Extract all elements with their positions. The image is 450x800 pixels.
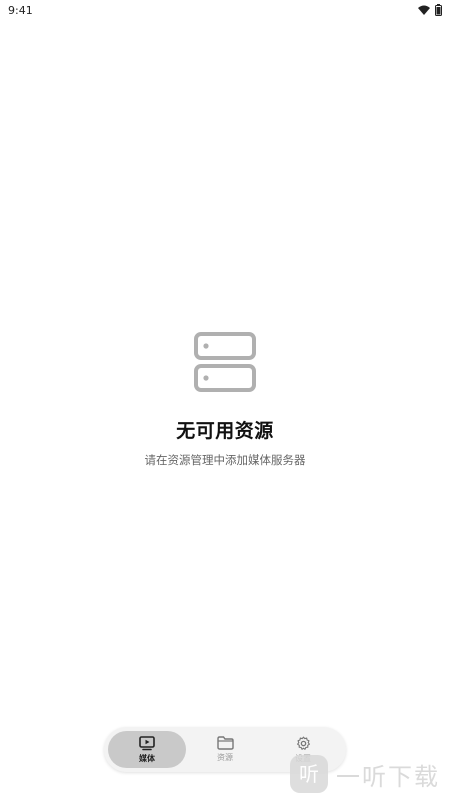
tab-media[interactable]: 媒体 xyxy=(108,731,186,768)
media-icon xyxy=(139,735,155,750)
ear-logo-icon: 听 xyxy=(299,762,319,786)
empty-state: 无可用资源 请在资源管理中添加媒体服务器 xyxy=(0,330,450,468)
status-icons xyxy=(418,4,442,16)
status-time: 9:41 xyxy=(8,3,33,17)
empty-subtitle: 请在资源管理中添加媒体服务器 xyxy=(144,453,306,467)
app-screen: 9:41 无可用资源 请在资源管理中添加媒体服务器 媒体 资源 听 一听下载 xyxy=(0,0,450,800)
status-bar: 9:41 xyxy=(0,0,450,20)
tab-resources[interactable]: 资源 xyxy=(186,731,264,768)
server-icon xyxy=(194,332,256,392)
svg-text:听: 听 xyxy=(299,762,319,786)
empty-title: 无可用资源 xyxy=(176,420,274,442)
watermark-logo-icon: 听 xyxy=(290,755,328,793)
tab-resources-label: 资源 xyxy=(217,753,233,762)
gear-icon xyxy=(296,736,310,750)
battery-icon xyxy=(435,4,442,16)
watermark-text: 一听下载 xyxy=(336,762,440,791)
wifi-icon xyxy=(418,5,430,15)
watermark: 听 一听下载 xyxy=(290,755,440,793)
tab-media-label: 媒体 xyxy=(139,753,155,763)
folder-icon xyxy=(216,736,234,750)
